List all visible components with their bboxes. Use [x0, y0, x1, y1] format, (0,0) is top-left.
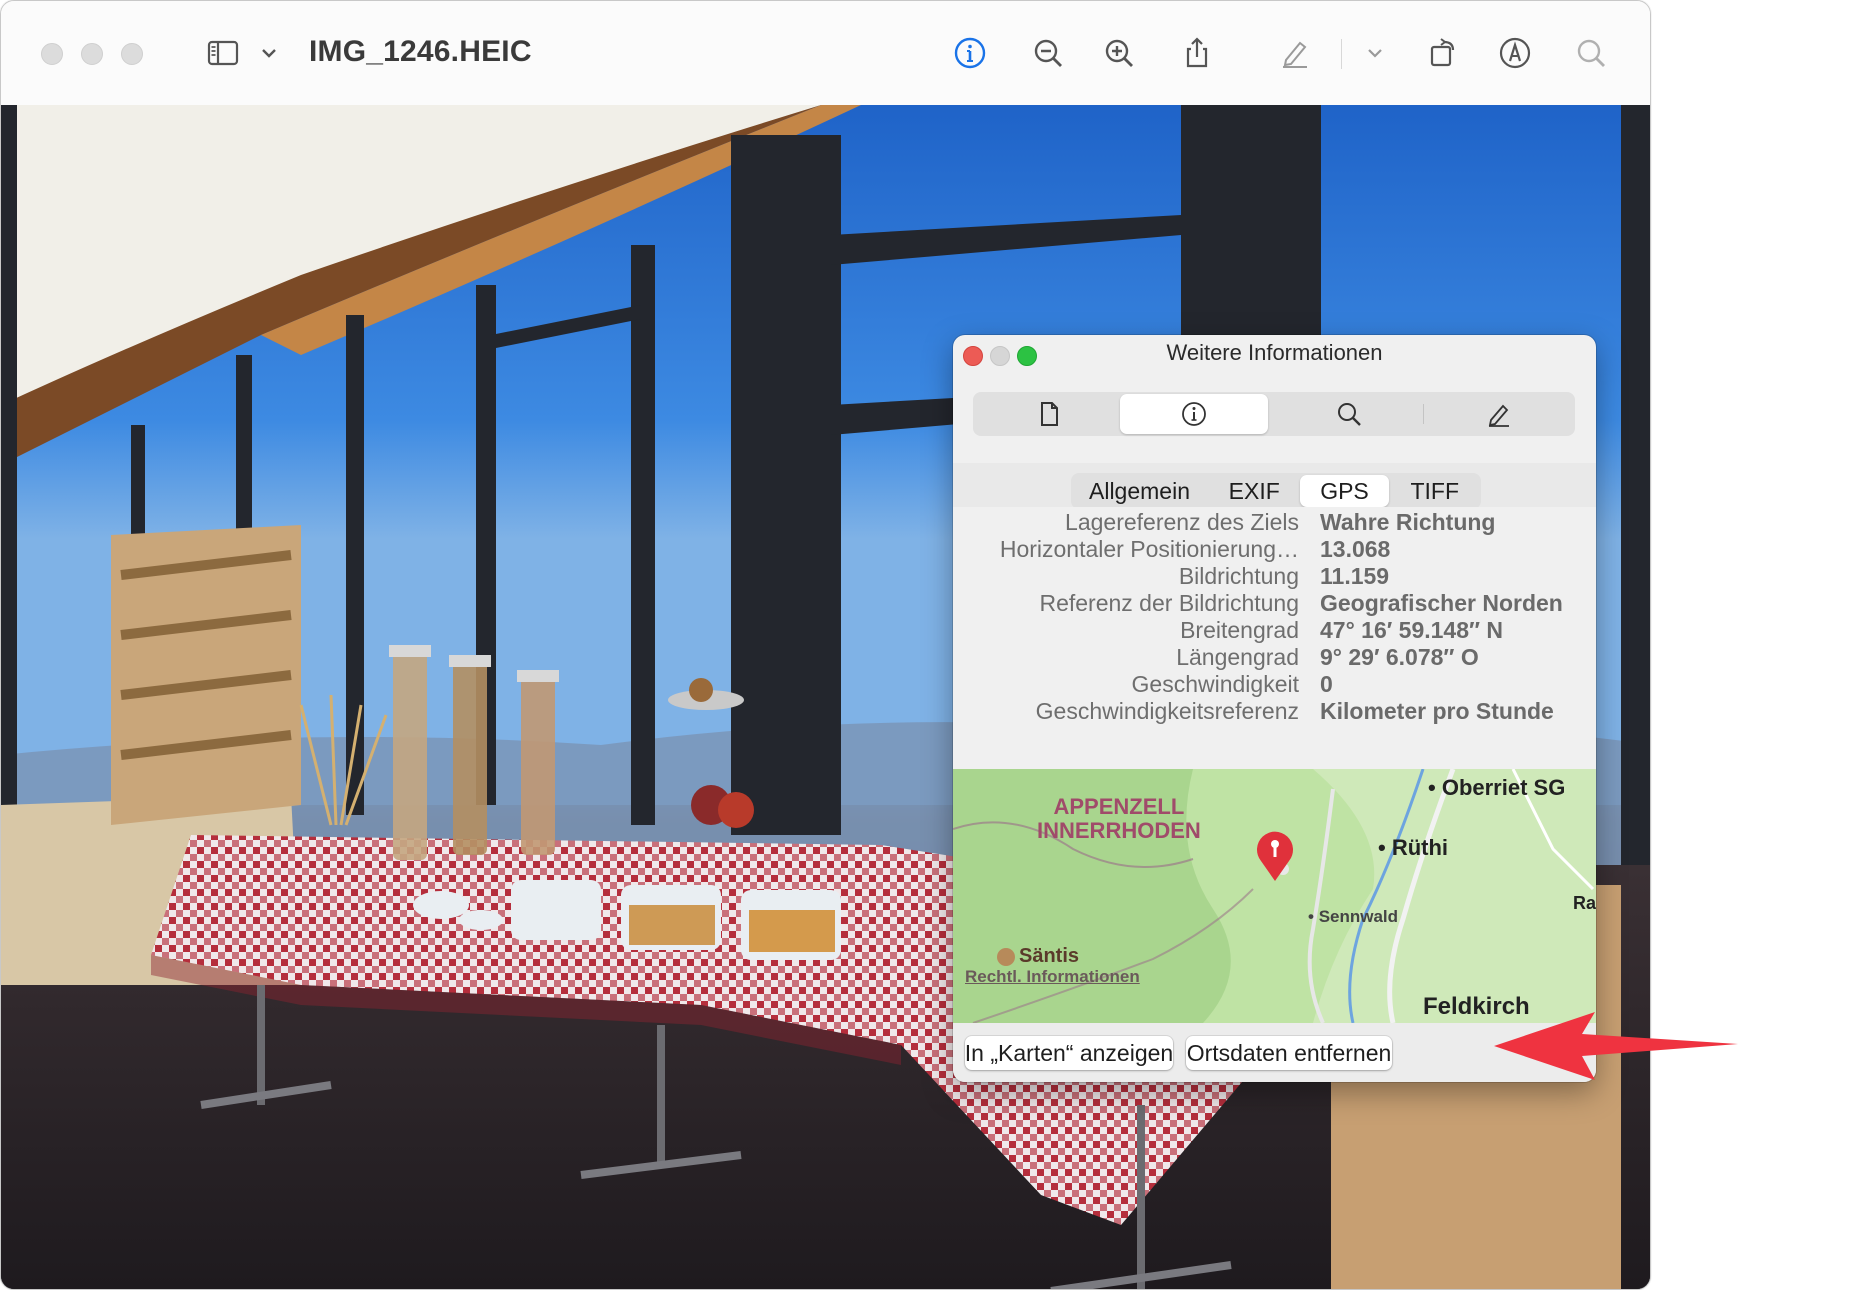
zoom-window-button[interactable] — [121, 43, 143, 65]
inspector-category-tabs — [973, 392, 1575, 436]
map-place-label: • Rüthi — [1378, 835, 1449, 860]
toolbar-divider — [1341, 39, 1342, 69]
location-pin-icon[interactable] — [1253, 827, 1297, 883]
map-place-name: Sennwald — [1318, 907, 1399, 926]
window-title: IMG_1246.HEIC — [309, 35, 532, 68]
pencil-icon — [1488, 404, 1509, 427]
zoom-out-icon[interactable] — [1026, 31, 1070, 75]
tab-annotate[interactable] — [1425, 394, 1573, 434]
subtab-exif[interactable]: EXIF — [1208, 475, 1300, 507]
tab-info[interactable] — [1120, 394, 1268, 434]
metadata-subtabs: Allgemein EXIF GPS TIFF — [1071, 473, 1481, 509]
rotate-icon[interactable] — [1421, 31, 1465, 75]
info-icon — [1182, 402, 1206, 426]
gps-row-key: Lagereferenz des Ziels — [1065, 509, 1299, 535]
gps-row-key: Horizontaler Positionierung… — [999, 536, 1299, 562]
minimize-window-button[interactable] — [81, 43, 103, 65]
gps-row-value: 0 — [1320, 671, 1333, 697]
mountain-icon — [997, 947, 1015, 966]
map-region-line: APPENZELL — [1053, 794, 1185, 819]
gps-row-key: Geschwindigkeitsreferenz — [1035, 698, 1299, 724]
info-icon[interactable] — [948, 31, 992, 75]
search-icon[interactable] — [1569, 31, 1613, 75]
search-icon — [1338, 403, 1361, 426]
title-bar: IMG_1246.HEIC — [1, 1, 1650, 106]
legal-info-link[interactable]: Rechtl. Informationen — [965, 967, 1140, 987]
gps-row-value: Geografischer Norden — [1320, 590, 1563, 616]
map-place-name: Rüthi — [1391, 835, 1449, 860]
map-place-label: Ra — [1573, 893, 1596, 914]
gps-row-value: Wahre Richtung — [1320, 509, 1496, 535]
subtab-allgemein[interactable]: Allgemein — [1071, 475, 1208, 507]
gps-row-key: Bildrichtung — [1178, 563, 1299, 589]
gps-row-value: 13.068 — [1320, 536, 1391, 562]
gps-row-value: Kilometer pro Stunde — [1320, 698, 1554, 724]
map-place-label: • Oberriet SG — [1428, 775, 1566, 800]
map-place-name: Säntis — [1019, 945, 1080, 967]
share-icon[interactable] — [1175, 31, 1219, 75]
annotation-arrow — [1490, 1000, 1740, 1090]
chevron-down-icon[interactable] — [247, 31, 291, 75]
gps-row: Geschwindigkeitsreferenz Kilometer pro S… — [953, 698, 1596, 730]
show-in-maps-button[interactable]: In „Karten“ anzeigen — [965, 1036, 1173, 1070]
gps-row-value: 47° 16′ 59.148″ N — [1320, 617, 1504, 643]
inspector-panel: Weitere Informationen Allgemein EXIF GPS… — [953, 335, 1596, 1082]
gps-row-key: Geschwindigkeit — [1131, 671, 1299, 697]
subtab-tiff[interactable]: TIFF — [1389, 475, 1481, 507]
sidebar-icon[interactable] — [201, 31, 245, 75]
gps-row-key: Längengrad — [1176, 644, 1299, 670]
map-place-name: Oberriet SG — [1441, 775, 1566, 800]
annotate-icon[interactable] — [1493, 31, 1537, 75]
gps-row-key: Breitengrad — [1180, 617, 1299, 643]
gps-row-key: Referenz der Bildrichtung — [1039, 590, 1299, 616]
zoom-in-icon[interactable] — [1097, 31, 1141, 75]
subtab-gps[interactable]: GPS — [1300, 475, 1389, 507]
map-region-line: INNERRHODEN — [1037, 818, 1201, 843]
tab-file[interactable] — [975, 394, 1123, 434]
markup-pencil-icon[interactable] — [1273, 31, 1317, 75]
gps-row-value: 9° 29′ 6.078″ O — [1320, 644, 1479, 670]
location-map[interactable]: APPENZELL INNERRHODEN • Oberriet SG • Rü… — [953, 769, 1596, 1023]
map-place-label: Säntis — [997, 945, 1079, 968]
remove-location-button[interactable]: Ortsdaten entfernen — [1186, 1036, 1392, 1070]
chevron-down-icon[interactable] — [1353, 31, 1397, 75]
close-window-button[interactable] — [41, 43, 63, 65]
document-icon — [1041, 402, 1058, 426]
panel-title: Weitere Informationen — [1166, 340, 1383, 365]
gps-row-value: 11.159 — [1320, 563, 1390, 589]
gps-metadata-list: Lagereferenz des Ziels Wahre Richtung Ho… — [953, 507, 1596, 769]
map-place-label: • Sennwald — [1308, 907, 1399, 926]
map-region-label: APPENZELL INNERRHODEN — [1037, 795, 1201, 843]
map-place-name: Ra — [1573, 893, 1596, 913]
tab-search[interactable] — [1275, 394, 1423, 434]
segment-divider — [1423, 404, 1424, 424]
